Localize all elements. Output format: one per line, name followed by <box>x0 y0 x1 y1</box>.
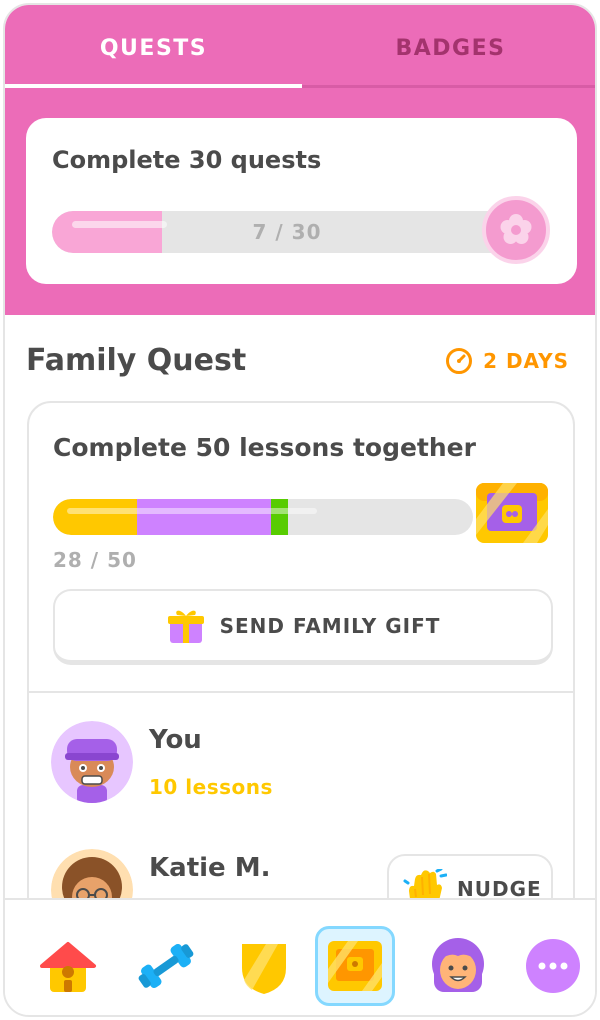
nav-practice[interactable] <box>126 926 206 1006</box>
timer-icon <box>446 348 473 374</box>
tab-badges[interactable]: BADGES <box>302 5 595 91</box>
monthly-progress-text: 7 / 30 <box>252 220 322 244</box>
gift-icon <box>167 610 204 643</box>
monthly-challenge-card[interactable]: Complete 30 quests 7 / 30 <box>26 118 577 284</box>
treasure-chest-icon <box>476 483 548 543</box>
send-family-gift-label: SEND FAMILY GIFT <box>219 613 441 638</box>
member-lessons: 10 lessons <box>149 775 273 799</box>
family-progress-segment <box>271 499 289 535</box>
family-progress-bar <box>53 499 473 535</box>
bottom-nav <box>5 898 595 1015</box>
tab-bar: QUESTS BADGES <box>5 5 595 91</box>
nav-profile[interactable] <box>418 926 498 1006</box>
profile-avatar-icon <box>432 938 484 992</box>
tab-quests[interactable]: QUESTS <box>5 5 302 91</box>
quests-screen: QUESTS BADGES Complete 30 quests 7 / 30 <box>3 3 597 1017</box>
family-progress-segment <box>53 499 137 535</box>
member-name: Katie M. <box>149 853 271 883</box>
nav-leagues[interactable] <box>224 926 304 1006</box>
member-name: You <box>149 725 202 755</box>
monthly-progress-bar: 7 / 30 <box>52 211 522 253</box>
shield-icon <box>242 944 286 994</box>
send-family-gift-button[interactable]: SEND FAMILY GIFT <box>53 589 553 665</box>
nav-home[interactable] <box>28 926 108 1006</box>
tab-divider <box>302 85 595 88</box>
time-left-text: 2 DAYS <box>483 349 569 373</box>
member-row-you[interactable]: You 10 lessons <box>51 721 551 811</box>
avatar <box>51 721 133 803</box>
quest-timer: 2 DAYS <box>445 347 569 375</box>
nav-more[interactable] <box>513 926 593 1006</box>
family-quest-title: Family Quest <box>26 343 247 378</box>
home-icon <box>40 942 96 992</box>
nav-quests[interactable] <box>315 926 395 1006</box>
dumbbell-icon <box>138 943 194 989</box>
treasure-chest-icon <box>328 941 382 991</box>
family-progress-text: 28 / 50 <box>53 548 137 572</box>
card-divider <box>29 691 573 693</box>
flower-badge-icon <box>482 196 550 264</box>
quests-header: QUESTS BADGES Complete 30 quests 7 / 30 <box>5 5 595 315</box>
more-icon <box>526 939 580 993</box>
active-tab-indicator <box>5 84 302 88</box>
monthly-challenge-title: Complete 30 quests <box>52 146 322 174</box>
family-quest-goal: Complete 50 lessons together <box>53 433 476 462</box>
family-progress-segment <box>137 499 272 535</box>
